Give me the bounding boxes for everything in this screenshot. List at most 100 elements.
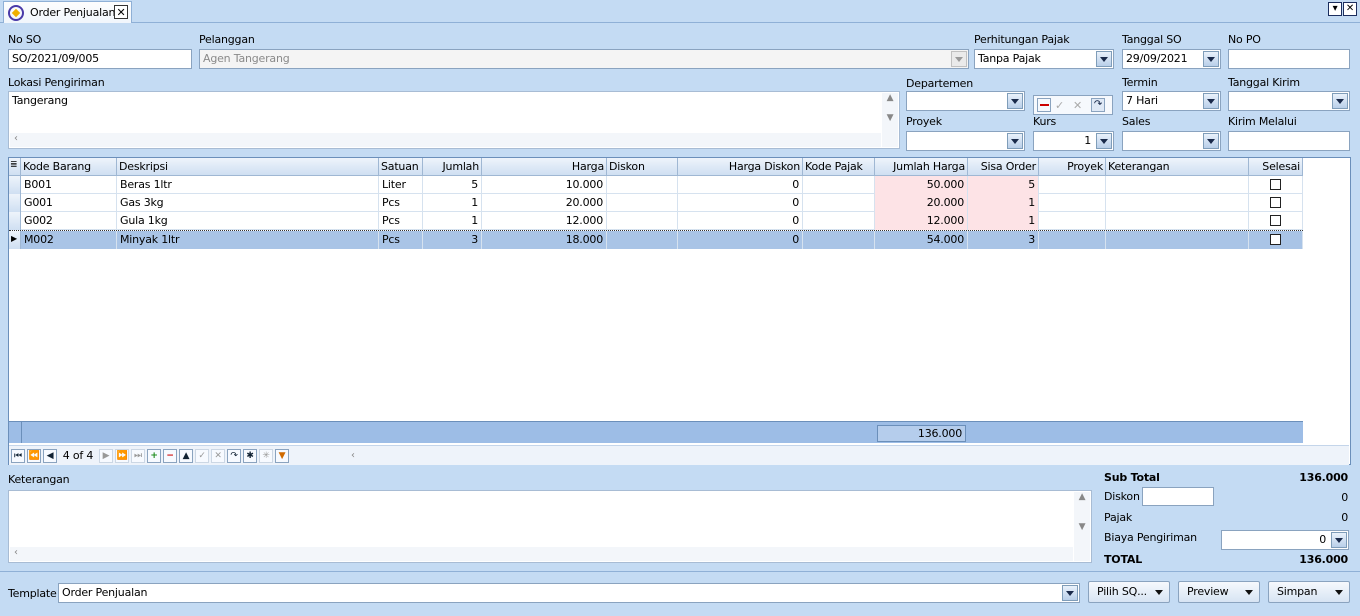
no-po-field[interactable] (1228, 49, 1350, 69)
selesai-checkbox[interactable] (1270, 197, 1281, 208)
cell-harga-diskon[interactable]: 0 (678, 231, 803, 249)
col-satuan[interactable]: Satuan (379, 158, 423, 176)
chevron-down-icon[interactable] (1062, 585, 1078, 601)
table-row[interactable]: G001 Gas 3kg Pcs 1 20.000 0 20.000 1 (9, 194, 1303, 212)
col-harga[interactable]: Harga (482, 158, 607, 176)
keterangan-textarea[interactable]: ▲ ▼ ‹ (8, 490, 1092, 563)
col-selesai[interactable]: Selesai (1249, 158, 1303, 176)
cell-jumlah-harga[interactable]: 12.000 (875, 212, 968, 230)
cell-deskripsi[interactable]: Beras 1ltr (117, 176, 379, 194)
cell-harga-diskon[interactable]: 0 (678, 212, 803, 230)
selesai-checkbox[interactable] (1270, 215, 1281, 226)
filter-icon[interactable]: ▼ (275, 448, 289, 463)
diskon-field[interactable] (1142, 487, 1214, 506)
chevron-down-icon[interactable] (1096, 51, 1112, 67)
pajak-combo[interactable]: Tanpa Pajak (974, 49, 1114, 69)
cell-proyek[interactable] (1039, 231, 1106, 249)
selesai-checkbox[interactable] (1270, 179, 1281, 190)
scrollbar-vertical[interactable]: ▲ ▼ (1074, 492, 1090, 561)
cell-harga[interactable]: 12.000 (482, 212, 607, 230)
last-record-icon[interactable]: ⏭ (131, 448, 145, 463)
no-so-field[interactable]: SO/2021/09/005 (8, 49, 192, 69)
chevron-down-icon[interactable] (1203, 133, 1219, 149)
cell-deskripsi[interactable]: Minyak 1ltr (117, 231, 379, 249)
preview-button[interactable]: Preview (1178, 581, 1260, 603)
chevron-down-icon[interactable] (951, 51, 967, 67)
cell-satuan[interactable]: Pcs (379, 194, 423, 212)
bookmark-icon[interactable]: ✱ (243, 448, 257, 463)
first-record-icon[interactable]: ⏮ (11, 448, 25, 463)
check-icon[interactable]: ✓ (1055, 99, 1069, 112)
cell-keterangan[interactable] (1106, 212, 1249, 230)
remove-icon[interactable] (1037, 98, 1051, 112)
cell-jumlah-harga[interactable]: 54.000 (875, 231, 968, 249)
chevron-down-icon[interactable] (1332, 93, 1348, 109)
chevron-down-icon[interactable] (1007, 93, 1023, 109)
cell-kode-pajak[interactable] (803, 176, 875, 194)
cell-deskripsi[interactable]: Gas 3kg (117, 194, 379, 212)
next-page-icon[interactable]: ⏩ (115, 448, 129, 463)
cell-jumlah[interactable]: 5 (423, 176, 482, 194)
cell-kode-barang[interactable]: B001 (21, 176, 117, 194)
cancel-edit-icon[interactable]: ✕ (211, 448, 225, 463)
cell-satuan[interactable]: Pcs (379, 212, 423, 230)
cell-sisa-order[interactable]: 1 (968, 212, 1039, 230)
row-indicator[interactable] (9, 194, 21, 212)
close-window-icon[interactable]: ✕ (1343, 2, 1357, 16)
cell-harga-diskon[interactable]: 0 (678, 176, 803, 194)
cell-kode-pajak[interactable] (803, 231, 875, 249)
cell-diskon[interactable] (607, 176, 678, 194)
next-record-icon[interactable]: ▶ (99, 448, 113, 463)
cell-satuan[interactable]: Pcs (379, 231, 423, 249)
cell-proyek[interactable] (1039, 176, 1106, 194)
add-icon[interactable]: + (147, 448, 161, 463)
cell-jumlah-harga[interactable]: 50.000 (875, 176, 968, 194)
cell-harga[interactable]: 20.000 (482, 194, 607, 212)
prev-record-icon[interactable]: ◀ (43, 448, 57, 463)
cell-harga[interactable]: 10.000 (482, 176, 607, 194)
chevron-down-icon[interactable] (1203, 51, 1219, 67)
table-row[interactable]: ▶ M002 Minyak 1ltr Pcs 3 18.000 0 54.000 3 (9, 230, 1303, 249)
delete-icon[interactable]: − (163, 448, 177, 463)
cell-jumlah-harga[interactable]: 20.000 (875, 194, 968, 212)
dropdown-window-icon[interactable]: ▾ (1328, 2, 1342, 16)
cell-deskripsi[interactable]: Gula 1kg (117, 212, 379, 230)
col-kode-pajak[interactable]: Kode Pajak (803, 158, 875, 176)
tab-order-penjualan[interactable]: Order Penjualan ✕ (3, 1, 132, 23)
row-indicator-icon[interactable]: ▶ (9, 231, 21, 249)
kirim-melalui-field[interactable] (1228, 131, 1350, 151)
chevron-down-icon[interactable] (1203, 93, 1219, 109)
col-harga-diskon[interactable]: Harga Diskon (678, 158, 803, 176)
cell-keterangan[interactable] (1106, 231, 1249, 249)
col-jumlah[interactable]: Jumlah (423, 158, 482, 176)
col-deskripsi[interactable]: Deskripsi (117, 158, 379, 176)
cell-sisa-order[interactable]: 3 (968, 231, 1039, 249)
grid-hscroll-icon[interactable]: ‹ (351, 450, 355, 461)
col-sisa-order[interactable]: Sisa Order (968, 158, 1039, 176)
cell-jumlah[interactable]: 1 (423, 212, 482, 230)
cell-sisa-order[interactable]: 5 (968, 176, 1039, 194)
scrollbar-vertical[interactable]: ▲ ▼ (882, 93, 898, 147)
cell-keterangan[interactable] (1106, 176, 1249, 194)
cell-diskon[interactable] (607, 194, 678, 212)
cell-proyek[interactable] (1039, 212, 1106, 230)
biaya-pengiriman-combo[interactable]: 0 (1221, 530, 1349, 550)
refresh-icon[interactable]: ↷ (1091, 98, 1105, 112)
cancel-icon[interactable]: ✕ (1073, 99, 1087, 112)
pilih-sq-button[interactable]: Pilih SQ... (1088, 581, 1170, 603)
lokasi-textarea[interactable]: Tangerang ▲ ▼ ‹ (8, 91, 900, 149)
cell-sisa-order[interactable]: 1 (968, 194, 1039, 212)
selesai-checkbox[interactable] (1270, 234, 1281, 245)
col-diskon[interactable]: Diskon (607, 158, 678, 176)
tanggal-so-field[interactable]: 29/09/2021 (1122, 49, 1221, 69)
row-indicator[interactable] (9, 176, 21, 194)
cell-satuan[interactable]: Liter (379, 176, 423, 194)
sales-combo[interactable] (1122, 131, 1221, 151)
cell-diskon[interactable] (607, 231, 678, 249)
table-row[interactable]: B001 Beras 1ltr Liter 5 10.000 0 50.000 5 (9, 176, 1303, 194)
cell-proyek[interactable] (1039, 194, 1106, 212)
order-items-grid[interactable]: ≣ Kode Barang Deskripsi Satuan Jumlah Ha… (8, 157, 1351, 465)
cell-kode-pajak[interactable] (803, 194, 875, 212)
chevron-down-icon[interactable] (1007, 133, 1023, 149)
cell-kode-barang[interactable]: M002 (21, 231, 117, 249)
